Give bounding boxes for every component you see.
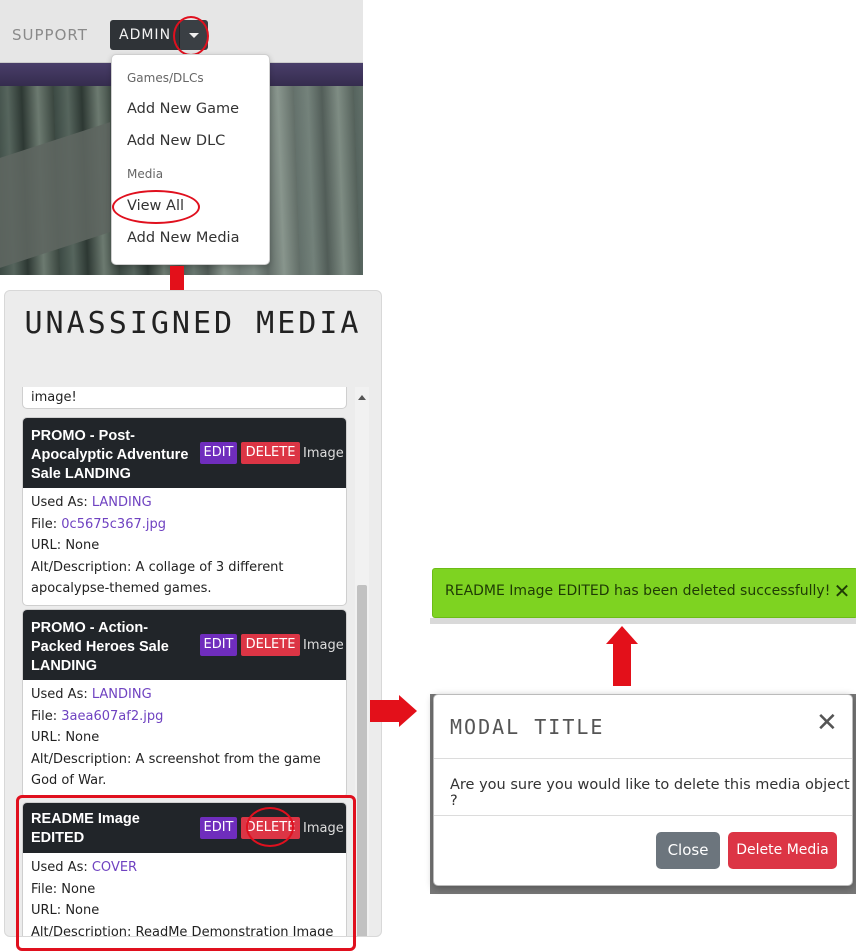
alert-message: README Image EDITED has been deleted suc…	[445, 583, 831, 599]
modal-divider	[434, 815, 852, 816]
alt-label: Alt/Description:	[31, 751, 132, 767]
annotation-highlight-card	[16, 795, 356, 951]
delete-button[interactable]: DELETE	[241, 634, 300, 656]
url-value: None	[65, 730, 100, 745]
nav-admin-label: ADMIN	[119, 27, 172, 43]
used-as-link[interactable]: LANDING	[92, 495, 152, 510]
navbar-screenshot: SUPPORT ADMIN Games/DLCs Add New Game Ad…	[0, 0, 363, 275]
scroll-up-arrow-icon[interactable]	[358, 395, 366, 400]
media-card-body: Used As: LANDING File: 3aea607af2.jpg UR…	[31, 684, 341, 792]
annotation-circle-delete	[246, 807, 294, 847]
media-type-label: Image	[303, 446, 344, 461]
media-card: PROMO - Post-Apocalyptic Adventure Sale …	[22, 417, 347, 606]
dropdown-header-media: Media	[127, 167, 164, 181]
modal-title: MODAL TITLE	[450, 715, 605, 739]
used-as-link[interactable]: LANDING	[92, 687, 152, 702]
delete-button[interactable]: DELETE	[241, 442, 300, 464]
url-label: URL:	[31, 730, 62, 745]
used-as-label: Used As:	[31, 687, 88, 702]
dropdown-item-add-new-game[interactable]: Add New Game	[127, 101, 239, 117]
media-list-scrollbar[interactable]	[355, 387, 369, 936]
modal-divider	[434, 758, 852, 759]
media-card-title: PROMO - Action-Packed Heroes Sale LANDIN…	[31, 620, 169, 674]
dropdown-item-add-new-dlc[interactable]: Add New DLC	[127, 133, 225, 149]
media-card-header: PROMO - Post-Apocalyptic Adventure Sale …	[23, 418, 346, 488]
file-link[interactable]: 3aea607af2.jpg	[61, 709, 163, 724]
edit-button[interactable]: EDIT	[200, 634, 237, 656]
close-icon[interactable]: ✕	[831, 580, 853, 602]
media-type-label: Image	[303, 638, 344, 653]
success-alert-screenshot: README Image EDITED has been deleted suc…	[430, 560, 856, 624]
close-button[interactable]: Close	[656, 832, 720, 869]
admin-dropdown-menu: Games/DLCs Add New Game Add New DLC Medi…	[111, 54, 270, 265]
close-icon[interactable]: ✕	[816, 709, 838, 737]
dropdown-header-games: Games/DLCs	[127, 71, 204, 85]
previous-card-text: image!	[31, 390, 77, 405]
edit-button[interactable]: EDIT	[200, 442, 237, 464]
media-panel-title: UNASSIGNED MEDIA	[24, 306, 362, 341]
media-card: PROMO - Action-Packed Heroes Sale LANDIN…	[22, 609, 347, 798]
modal-body-text: Are you sure you would like to delete th…	[450, 777, 850, 809]
dropdown-item-add-new-media[interactable]: Add New Media	[127, 230, 239, 246]
file-label: File:	[31, 708, 58, 724]
file-link[interactable]: 0c5675c367.jpg	[61, 517, 166, 532]
annotation-circle-view-all	[112, 190, 200, 224]
media-card-previous: image!	[22, 387, 347, 409]
media-card-title: PROMO - Post-Apocalyptic Adventure Sale …	[31, 428, 189, 482]
delete-confirm-modal: MODAL TITLE ✕ Are you sure you would lik…	[433, 694, 853, 886]
url-label: URL:	[31, 538, 62, 553]
used-as-label: Used As:	[31, 495, 88, 510]
success-alert: README Image EDITED has been deleted suc…	[432, 568, 856, 618]
media-card-body: Used As: LANDING File: 0c5675c367.jpg UR…	[31, 492, 341, 600]
alt-label: Alt/Description:	[31, 559, 132, 575]
url-value: None	[65, 538, 100, 553]
annotation-circle-toggle	[173, 16, 209, 56]
file-label: File:	[31, 516, 58, 532]
nav-support-link[interactable]: SUPPORT	[12, 26, 88, 44]
delete-media-button[interactable]: Delete Media	[728, 832, 837, 869]
media-card-header: PROMO - Action-Packed Heroes Sale LANDIN…	[23, 610, 346, 680]
page-background-strip	[430, 618, 856, 624]
scrollbar-thumb[interactable]	[357, 585, 367, 936]
